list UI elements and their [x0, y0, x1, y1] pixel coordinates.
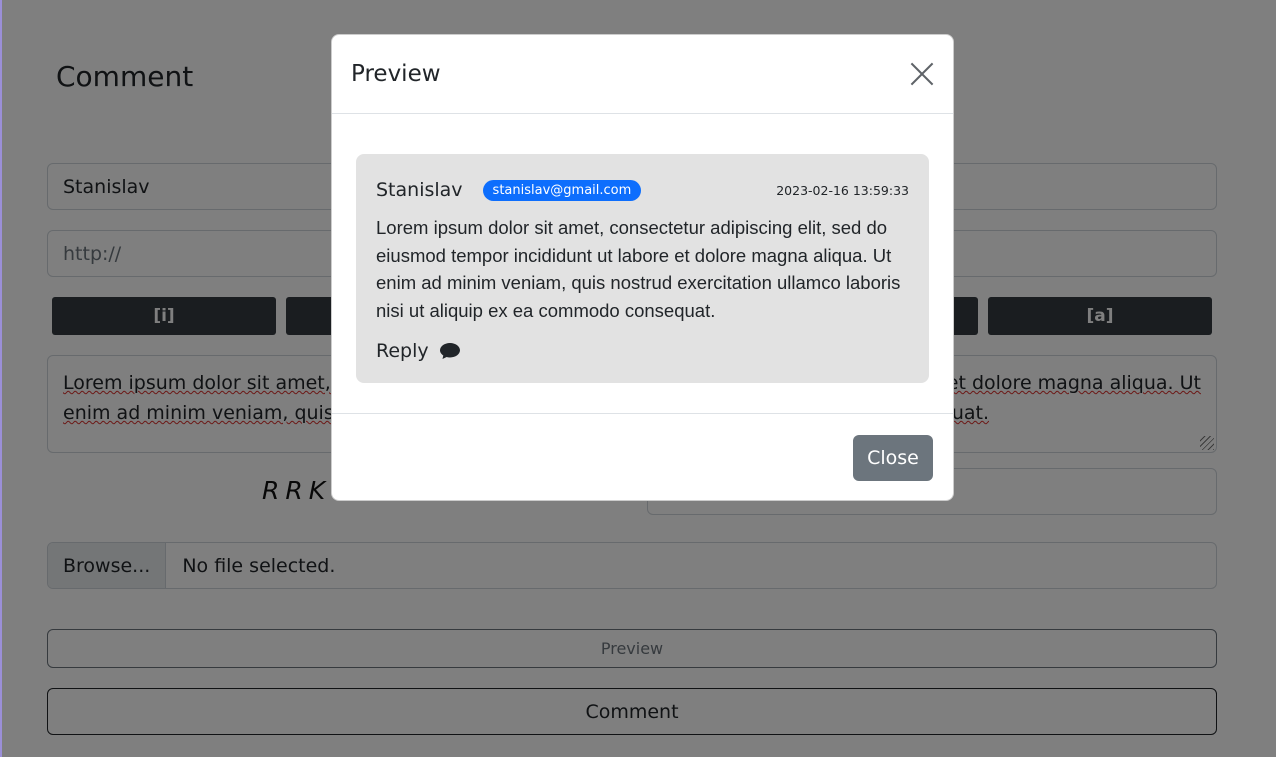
comment-author: Stanislav: [376, 179, 463, 201]
close-icon[interactable]: [909, 61, 935, 87]
modal-title: Preview: [351, 61, 441, 87]
comment-text-line: enim ad minim veniam, quis nostrud exerc…: [376, 272, 901, 293]
modal-footer: Close: [332, 413, 953, 500]
speech-bubble-icon: [439, 343, 460, 359]
comment-text-line: Lorem ipsum dolor sit amet, consectetur …: [376, 217, 888, 238]
comment-timestamp: 2023-02-16 13:59:33: [776, 182, 909, 198]
comment-preview-card: Stanislav stanislav@gmail.com 2023-02-16…: [356, 154, 929, 383]
comment-text: Lorem ipsum dolor sit amet, consectetur …: [376, 214, 909, 324]
email-badge[interactable]: stanislav@gmail.com: [482, 179, 642, 201]
comment-text-line: nisi ut aliquip ex ea commodo consequat.: [376, 299, 716, 321]
reply-link[interactable]: Reply: [376, 340, 909, 362]
close-button[interactable]: Close: [853, 435, 933, 481]
preview-modal: Preview Stanislav stanislav@gmail.com 20…: [331, 34, 954, 501]
modal-header: Preview: [332, 35, 953, 114]
reply-label[interactable]: Reply: [376, 340, 429, 362]
modal-body: Stanislav stanislav@gmail.com 2023-02-16…: [332, 114, 953, 414]
comment-text-line: eiusmod tempor incididunt ut labore et d…: [376, 244, 892, 266]
